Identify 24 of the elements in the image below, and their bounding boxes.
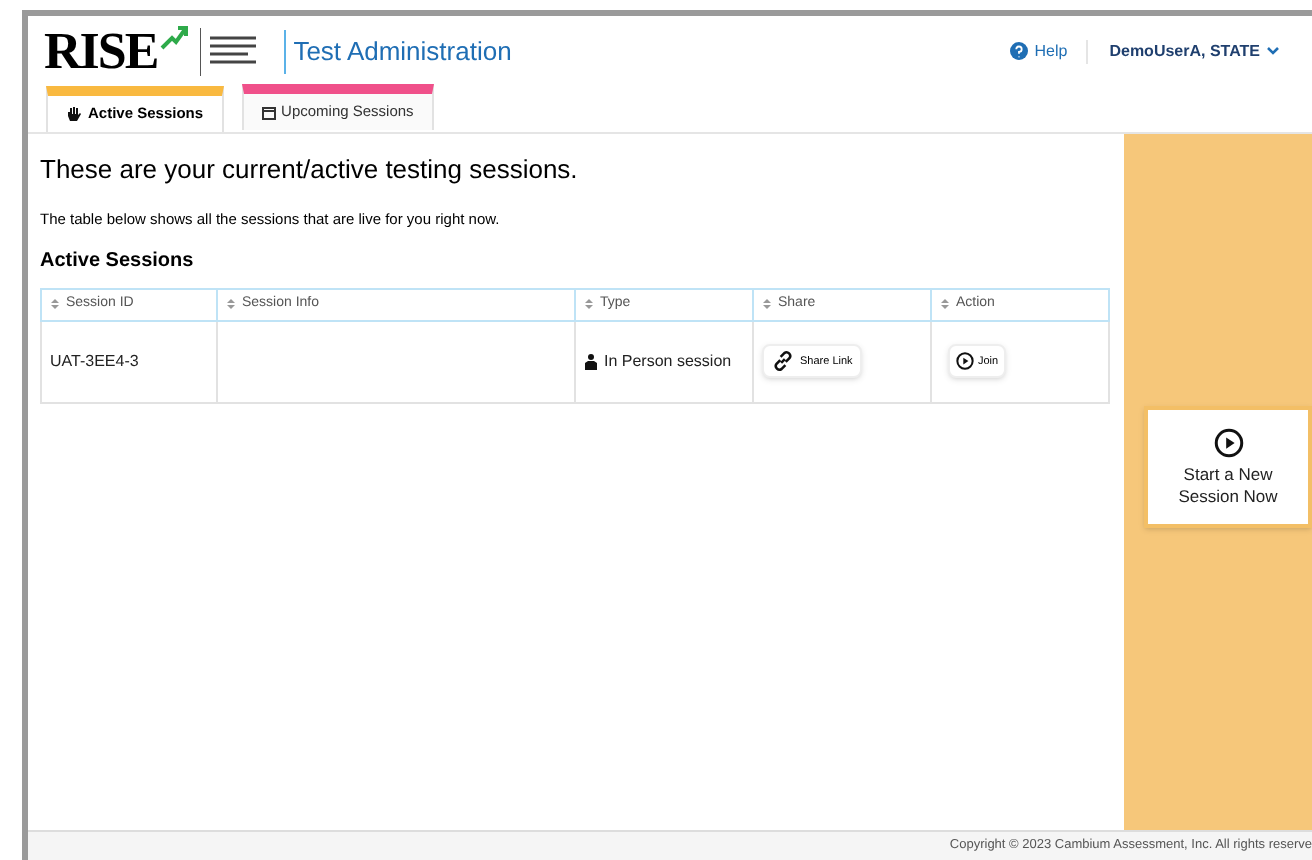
play-circle-icon xyxy=(1213,427,1243,458)
sort-icon xyxy=(940,298,950,311)
app-title: Test Administration xyxy=(293,33,512,70)
link-icon xyxy=(772,350,794,373)
sort-icon xyxy=(762,298,772,311)
calendar-icon xyxy=(261,105,276,119)
help-link[interactable]: Help xyxy=(1010,39,1088,63)
sort-icon xyxy=(226,298,236,311)
sort-icon xyxy=(50,298,60,311)
logo-text: RISE xyxy=(44,25,158,77)
chevron-down-icon xyxy=(1266,46,1280,56)
table-cell: UAT-3EE4-3 xyxy=(41,320,217,403)
session-type: In Person session xyxy=(604,349,732,374)
tagline-drawing xyxy=(199,27,260,75)
arrow-icon xyxy=(159,23,188,51)
page-heading: These are your current/active testing sessions. xyxy=(40,152,580,188)
hand-icon xyxy=(66,106,82,122)
new-session-button[interactable]: Start a New Session Now xyxy=(1144,406,1312,528)
user-menu[interactable]: DemoUserA, STATE xyxy=(1087,39,1280,63)
play-circle-icon xyxy=(956,352,974,371)
help-icon xyxy=(1010,42,1029,60)
section-title: Active Sessions xyxy=(40,247,196,276)
person-icon xyxy=(584,353,598,370)
sort-icon xyxy=(584,298,594,311)
